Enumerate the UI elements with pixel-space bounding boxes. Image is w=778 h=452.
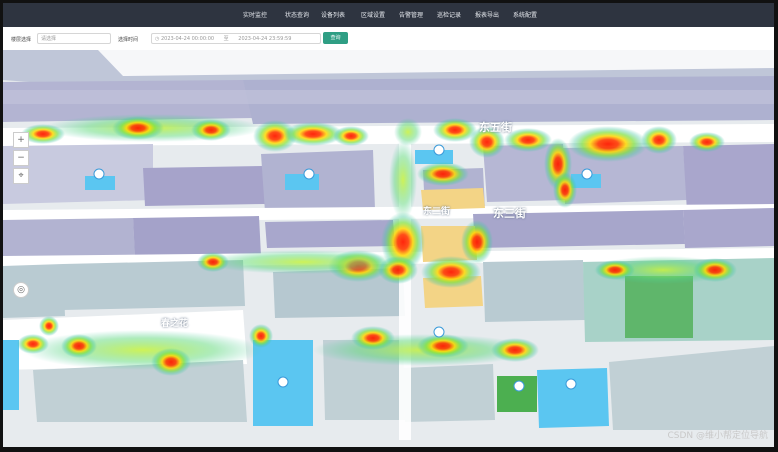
poi-marker[interactable]	[93, 168, 105, 180]
street-label: 春之花	[161, 319, 189, 329]
floor-select[interactable]: 请选择	[37, 33, 111, 44]
zoom-in-icon[interactable]: +	[13, 132, 29, 148]
street-label: 东五街	[479, 121, 512, 134]
poi-marker[interactable]	[277, 376, 289, 388]
time-select-label: 选择时间	[118, 37, 139, 43]
nav-item-2[interactable]: 设备列表	[321, 10, 345, 19]
top-navigation-bar: 实时监控 状态查询 设备列表 区域设置 告警管理 巡检记录 报表导出 系统配置	[3, 3, 774, 27]
query-button[interactable]: 查询	[323, 32, 348, 44]
app-frame: 实时监控 状态查询 设备列表 区域设置 告警管理 巡检记录 报表导出 系统配置 楼层选择 请选…	[3, 3, 774, 447]
range-separator: 至	[223, 36, 229, 42]
poi-marker[interactable]	[565, 378, 577, 390]
filter-toolbar: 楼层选择 请选择 选择时间 ◷ 2023-04-24 00:00:00 至 20…	[3, 27, 774, 51]
map-canvas[interactable]	[3, 50, 774, 447]
street-label: 东二街	[423, 207, 451, 217]
nav-item-5[interactable]: 巡检记录	[437, 10, 461, 19]
nav-item-3[interactable]: 区域设置	[361, 10, 385, 19]
floor-select-label: 楼层选择	[11, 37, 32, 43]
nav-item-7[interactable]: 系统配置	[513, 10, 537, 19]
poi-marker[interactable]	[433, 144, 445, 156]
heatmap-map-view[interactable]: + − ⌖ ◎ 东五街东三街 东二街春之花	[3, 50, 774, 447]
poi-marker[interactable]	[303, 168, 315, 180]
locate-icon[interactable]: ◎	[13, 282, 29, 298]
zoom-out-icon[interactable]: −	[13, 150, 29, 166]
watermark: CSDN @维小帮定位导航	[667, 431, 768, 441]
nav-item-4[interactable]: 告警管理	[399, 10, 423, 19]
compass-icon[interactable]: ⌖	[13, 168, 29, 184]
start-time-input[interactable]: 2023-04-24 00:00:00	[161, 36, 214, 42]
street-label: 东三街	[493, 207, 526, 220]
nav-item-1[interactable]: 状态查询	[285, 10, 309, 19]
nav-item-6[interactable]: 报表导出	[475, 10, 499, 19]
nav-item-0[interactable]: 实时监控	[243, 10, 267, 19]
time-range-picker[interactable]: ◷ 2023-04-24 00:00:00 至 2023-04-24 23:59…	[151, 33, 321, 44]
poi-marker[interactable]	[513, 380, 525, 392]
poi-marker[interactable]	[433, 326, 445, 338]
end-time-input[interactable]: 2023-04-24 23:59:59	[238, 36, 291, 42]
poi-marker[interactable]	[581, 168, 593, 180]
